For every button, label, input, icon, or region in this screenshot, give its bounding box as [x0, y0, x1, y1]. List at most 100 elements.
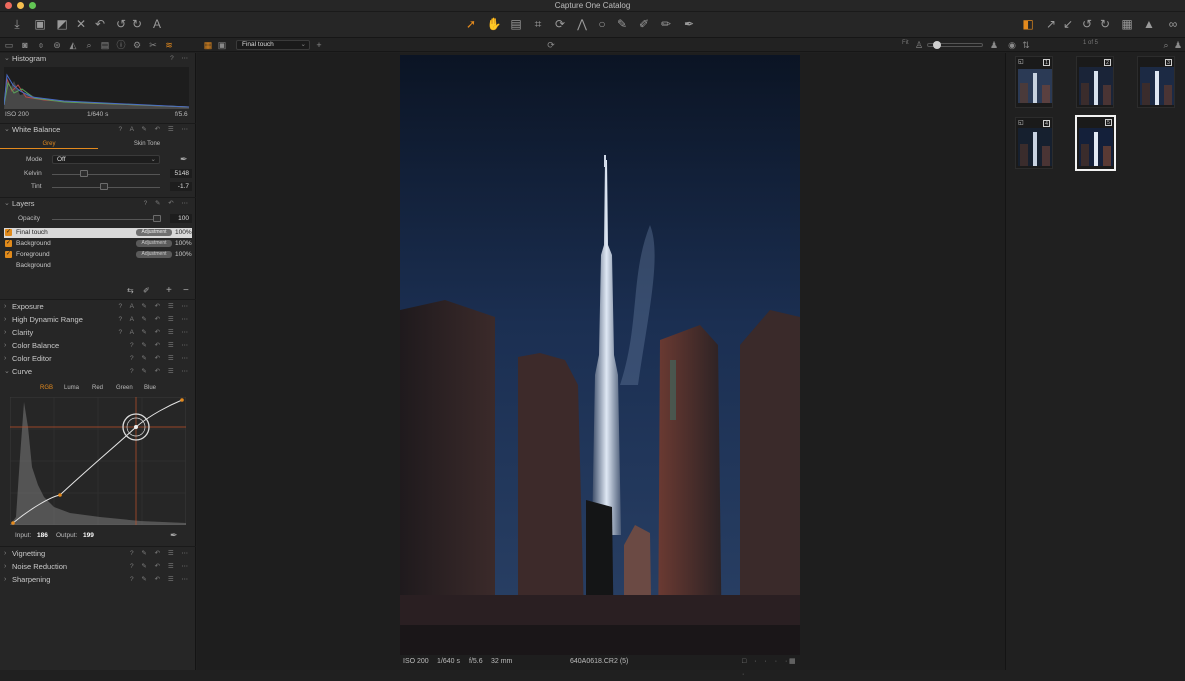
checkmark-icon[interactable]: ✓: [5, 229, 12, 236]
text-icon[interactable]: A: [149, 16, 165, 32]
checkmark-icon[interactable]: ✓: [5, 240, 12, 247]
tool-options-icon[interactable]: ? A ✎ ↶ ☰ ⋯: [119, 301, 191, 313]
curve-header[interactable]: ⌄ Curve ? ✎ ↶ ☰ ⋯: [0, 366, 196, 378]
tool-options-icon[interactable]: ? ✎ ↶ ☰ ⋯: [130, 353, 191, 365]
histogram-header[interactable]: ⌄ Histogram ? ⋯: [0, 53, 196, 65]
opacity-slider-knob[interactable]: [153, 215, 161, 222]
search-icon[interactable]: ⌕: [1160, 39, 1172, 51]
collapse-icon[interactable]: ↙: [1060, 16, 1076, 32]
undo-history-icon[interactable]: ↶: [92, 16, 108, 32]
clarity-header[interactable]: › Clarity ? A ✎ ↶ ☰ ⋯: [0, 327, 196, 339]
camera-icon[interactable]: ▣: [32, 16, 48, 32]
user-icon[interactable]: ♟: [1172, 39, 1184, 51]
remove-layer-icon[interactable]: −: [183, 285, 189, 296]
mode-select[interactable]: Off ⌄: [52, 155, 160, 164]
annotate-icon[interactable]: ✒: [681, 16, 697, 32]
expand-icon[interactable]: ↗: [1043, 16, 1059, 32]
thumbnail-2[interactable]: 2: [1076, 56, 1114, 108]
eraser-icon[interactable]: ✏: [658, 16, 674, 32]
hdr-header[interactable]: › High Dynamic Range ? A ✎ ↶ ☰ ⋯: [0, 314, 196, 326]
delete-icon[interactable]: ✕: [73, 16, 89, 32]
kelvin-value-field[interactable]: 5148: [170, 169, 192, 178]
redo-icon[interactable]: ↻: [129, 16, 145, 32]
noise-reduction-header[interactable]: › Noise Reduction ? ✎ ↶ ☰ ⋯: [0, 561, 196, 573]
tab-grey[interactable]: Grey: [0, 139, 98, 149]
layer-row-final-touch[interactable]: ✓ Final touch Adjustment 100%: [4, 228, 192, 238]
layers-tab-icon[interactable]: ≋: [163, 39, 175, 51]
kelvin-slider-knob[interactable]: [80, 170, 89, 177]
multi-view-icon[interactable]: ◧: [1020, 16, 1036, 32]
sharpening-header[interactable]: › Sharpening ? ✎ ↶ ☰ ⋯: [0, 574, 196, 586]
thumbnail-size-slider[interactable]: [927, 41, 983, 49]
pan-icon[interactable]: ✋: [486, 16, 502, 32]
layer-row-background-base[interactable]: Background: [4, 261, 192, 271]
curve-graph[interactable]: [10, 397, 186, 525]
curve-channel-rgb[interactable]: RGB: [40, 385, 53, 391]
tool-options-icon[interactable]: ? ✎ ↶ ☰ ⋯: [130, 366, 191, 378]
brush-icon[interactable]: ✐: [636, 16, 652, 32]
tool-options-icon[interactable]: ? A ✎ ↶ ☰ ⋯: [119, 314, 191, 326]
grid-icon[interactable]: ▦: [1119, 16, 1135, 32]
tool-options-icon[interactable]: ? ✎ ↶ ⋯: [144, 198, 191, 210]
lens-tab-icon[interactable]: ⌽: [35, 39, 47, 51]
thumbnail-1[interactable]: ◱ 1: [1015, 56, 1053, 108]
layer-settings-icon[interactable]: ⇆: [127, 286, 134, 295]
add-variant-icon[interactable]: +: [313, 39, 325, 51]
kelvin-slider[interactable]: [52, 174, 160, 175]
white-balance-header[interactable]: ⌄ White Balance ? A ✎ ↶ ☰ ⋯: [0, 124, 196, 136]
viewer-photo[interactable]: [400, 55, 800, 655]
curve-channel-luma[interactable]: Luma: [64, 385, 79, 391]
keystone-icon[interactable]: ⋀: [574, 16, 590, 32]
adjustments-tab-icon[interactable]: ✂: [147, 39, 159, 51]
layer-brush-icon[interactable]: ✐: [143, 286, 150, 295]
undo-icon[interactable]: ↺: [113, 16, 129, 32]
color-balance-header[interactable]: › Color Balance ? ✎ ↶ ☰ ⋯: [0, 340, 196, 352]
import-icon[interactable]: ⤓: [9, 16, 25, 32]
layers-header[interactable]: ⌄ Layers ? ✎ ↶ ⋯: [0, 198, 196, 210]
tool-options-icon[interactable]: ? ✎ ↶ ☰ ⋯: [130, 548, 191, 560]
spot-icon[interactable]: ○: [594, 16, 610, 32]
curve-picker-icon[interactable]: ✒: [170, 530, 178, 541]
tool-options-icon[interactable]: ? A ✎ ↶ ☰ ⋯: [119, 124, 191, 136]
grid-view-icon[interactable]: ▦: [202, 39, 214, 51]
color-tag-icon[interactable]: ▦: [789, 655, 796, 668]
color-editor-header[interactable]: › Color Editor ? ✎ ↶ ☰ ⋯: [0, 353, 196, 365]
add-layer-icon[interactable]: +: [166, 285, 172, 296]
rotate-left-icon[interactable]: ↺: [1079, 16, 1095, 32]
layer-row-foreground[interactable]: ✓ Foreground Adjustment 100%: [4, 250, 192, 260]
library-tab-icon[interactable]: ▭: [3, 39, 15, 51]
thumbnail-size-knob[interactable]: [933, 41, 941, 49]
thumbnail-3[interactable]: 3: [1137, 56, 1175, 108]
crop-icon[interactable]: ⌗: [530, 16, 546, 32]
exposure-tab-icon[interactable]: ◭: [67, 39, 79, 51]
variant-selector[interactable]: Final touch ⌄: [236, 40, 310, 50]
capture-tab-icon[interactable]: ◙: [19, 39, 31, 51]
tool-options-icon[interactable]: ? ✎ ↶ ☰ ⋯: [130, 561, 191, 573]
curve-channel-green[interactable]: Green: [116, 385, 133, 391]
glasses-icon[interactable]: ∞: [1163, 16, 1183, 32]
checkmark-icon[interactable]: ✓: [5, 251, 12, 258]
sort-icon[interactable]: ⇅: [1020, 39, 1032, 51]
thumbnail-4[interactable]: ◱ 4: [1015, 117, 1053, 169]
tool-options-icon[interactable]: ? A ✎ ↶ ☰ ⋯: [119, 327, 191, 339]
rotate-right-icon[interactable]: ↻: [1097, 16, 1113, 32]
output-tab-icon[interactable]: ⚙: [131, 39, 143, 51]
exposure-header[interactable]: › Exposure ? A ✎ ↶ ☰ ⋯: [0, 301, 196, 313]
color-tab-icon[interactable]: ⊛: [51, 39, 63, 51]
warning-icon[interactable]: ▲: [1141, 16, 1157, 32]
tool-options-icon[interactable]: ? ⋯: [170, 53, 191, 65]
curve-channel-red[interactable]: Red: [92, 385, 103, 391]
layer-row-background[interactable]: ✓ Background Adjustment 100%: [4, 239, 192, 249]
tint-value-field[interactable]: -1.7: [170, 182, 192, 191]
select-cursor-icon[interactable]: ➚: [463, 16, 479, 32]
batch-icon[interactable]: ◩: [54, 16, 70, 32]
curve-channel-blue[interactable]: Blue: [144, 385, 156, 391]
batch-tab-icon[interactable]: ▤: [99, 39, 111, 51]
opacity-slider[interactable]: [52, 219, 160, 220]
eye-icon[interactable]: ◉: [1006, 39, 1018, 51]
eyedropper-icon[interactable]: ✒: [180, 154, 188, 165]
details-tab-icon[interactable]: ⌕: [83, 39, 95, 51]
loupe-icon[interactable]: ▤: [508, 16, 524, 32]
tab-skin-tone[interactable]: Skin Tone: [98, 139, 196, 149]
metadata-tab-icon[interactable]: ⓘ: [115, 39, 127, 51]
